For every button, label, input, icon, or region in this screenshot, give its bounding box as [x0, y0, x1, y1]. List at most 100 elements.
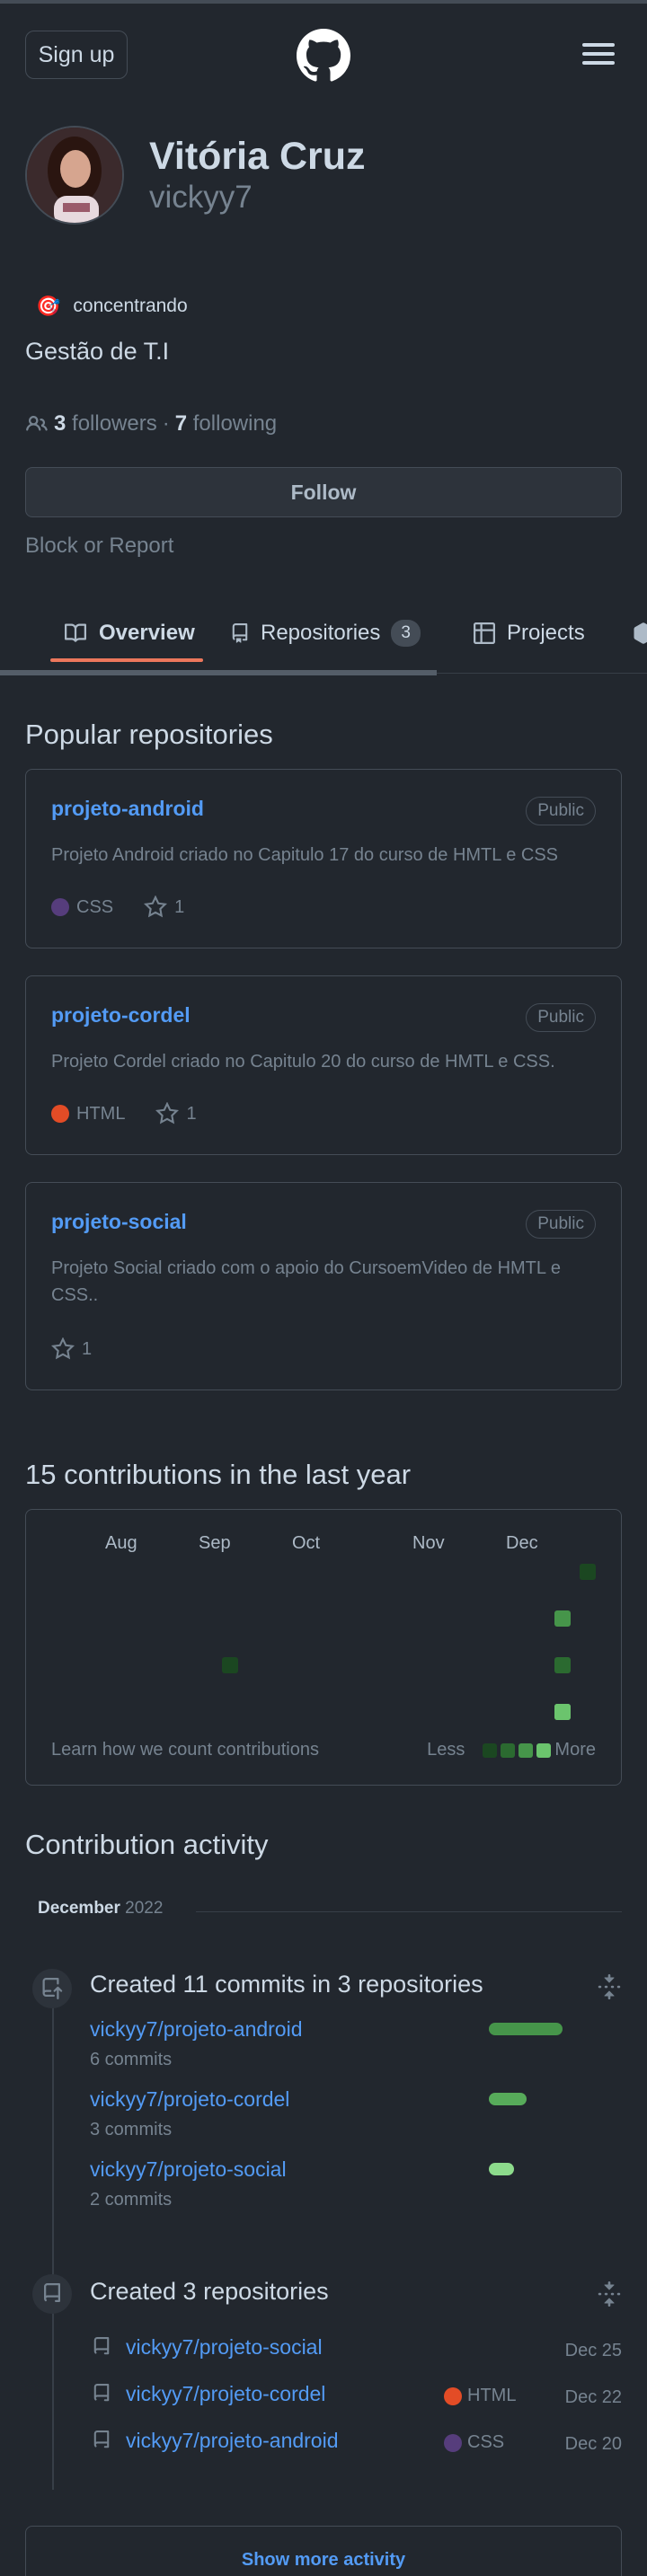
following-link[interactable]: 7 following — [175, 411, 277, 437]
created-repo-language: HTML — [444, 2386, 516, 2406]
visibility-badge: Public — [526, 1003, 596, 1032]
repo-link[interactable]: projeto-android — [51, 797, 204, 821]
star-count[interactable]: 1 — [82, 1339, 92, 1360]
contribution-day[interactable] — [580, 1564, 596, 1580]
commit-repo-link[interactable]: vickyy7/projeto-social — [90, 2157, 287, 2182]
language-color-dot — [51, 1105, 69, 1123]
repo-card: projeto-cordel Public Projeto Cordel cri… — [25, 975, 622, 1155]
following-label: following — [192, 411, 278, 436]
repo-meta: CSS 1 — [51, 895, 184, 919]
repo-description: Projeto Cordel criado no Capitulo 20 do … — [51, 1052, 555, 1072]
repo-link[interactable]: projeto-cordel — [51, 1003, 191, 1028]
star-icon[interactable] — [144, 895, 168, 919]
table-icon — [474, 622, 495, 644]
visibility-badge: Public — [526, 1210, 596, 1239]
github-mark-icon[interactable] — [297, 29, 350, 83]
followers-label: followers — [72, 411, 157, 436]
created-repo-language: CSS — [444, 2432, 504, 2453]
repo-card: projeto-social Public Projeto Social cri… — [25, 1182, 622, 1390]
year: 2022 — [125, 1899, 164, 1918]
repo-icon — [43, 2283, 60, 2302]
block-or-report-link[interactable]: Block or Report — [25, 534, 173, 559]
repos-created-title: Created 3 repositories — [90, 2278, 329, 2305]
follow-button[interactable]: Follow — [25, 467, 622, 517]
tabs-scrollbar[interactable] — [0, 670, 437, 675]
commit-count-link[interactable]: 3 commits — [90, 2120, 172, 2140]
language-name: HTML — [467, 2386, 517, 2405]
star-count[interactable]: 1 — [186, 1104, 196, 1125]
contribution-activity-title: Contribution activity — [25, 1829, 269, 1860]
star-icon[interactable] — [155, 1102, 180, 1125]
active-tab-indicator — [50, 658, 203, 662]
contribution-legend: Less More — [427, 1740, 596, 1760]
user-status[interactable]: 🎯 concentrando — [36, 295, 188, 318]
contribution-day[interactable] — [554, 1657, 571, 1673]
month-label: Aug — [105, 1533, 137, 1553]
activity-month: December 2022 — [38, 1899, 163, 1919]
month-name: December — [38, 1899, 120, 1918]
created-repo-link[interactable]: vickyy7/projeto-cordel — [126, 2382, 325, 2406]
tab-overview[interactable]: Overview — [63, 611, 195, 656]
profile-tabs: Overview Repositories 3 Projects — [0, 593, 647, 674]
legend-level — [536, 1742, 552, 1758]
book-icon — [65, 623, 87, 642]
avatar-image — [27, 128, 122, 223]
contribution-day[interactable] — [222, 1657, 238, 1673]
commit-count-link[interactable]: 6 commits — [90, 2050, 172, 2070]
timeline-badge — [32, 2274, 72, 2314]
avatar[interactable] — [25, 126, 124, 225]
commit-count-link[interactable]: 2 commits — [90, 2190, 172, 2210]
month-label: Nov — [412, 1533, 445, 1553]
tab-projects-label: Projects — [507, 621, 585, 645]
legend-level — [518, 1742, 534, 1758]
repo-card: projeto-android Public Projeto Android c… — [25, 769, 622, 948]
created-repo-link[interactable]: vickyy7/projeto-android — [126, 2429, 339, 2453]
repo-description: Projeto Android criado no Capitulo 17 do… — [51, 845, 559, 865]
timeline-line — [52, 1972, 54, 2490]
learn-contributions-link[interactable]: Learn how we count contributions — [51, 1740, 319, 1760]
sign-up-button[interactable]: Sign up — [25, 31, 128, 79]
repo-icon — [93, 2430, 110, 2448]
tab-projects[interactable]: Projects — [473, 611, 585, 656]
hamburger-menu-icon[interactable] — [581, 40, 616, 68]
star-count[interactable]: 1 — [174, 897, 184, 918]
site-header: Sign up — [0, 4, 647, 101]
created-repo-link[interactable]: vickyy7/projeto-social — [126, 2335, 323, 2360]
repo-push-icon — [42, 1978, 63, 1999]
followers-link[interactable]: 3 followers — [54, 411, 157, 437]
commit-share-bar — [489, 2023, 563, 2035]
star-icon[interactable] — [51, 1337, 75, 1361]
direct-hit-emoji: 🎯 — [36, 295, 61, 317]
tab-repositories[interactable]: Repositories 3 — [230, 611, 421, 656]
repo-language: CSS — [76, 896, 114, 917]
repo-link[interactable]: projeto-social — [51, 1210, 187, 1234]
commit-repo-link[interactable]: vickyy7/projeto-android — [90, 2017, 303, 2042]
legend-level — [501, 1742, 516, 1758]
fold-icon[interactable] — [597, 2281, 622, 2307]
fold-icon[interactable] — [597, 1974, 622, 1999]
show-more-activity-button[interactable]: Show more activity — [25, 2526, 622, 2576]
commit-share-bar — [489, 2163, 514, 2175]
repo-meta: HTML 1 — [51, 1102, 197, 1125]
commits-summary-title: Created 11 commits in 3 repositories — [90, 1971, 483, 1998]
repo-icon — [232, 623, 248, 643]
tab-packages[interactable] — [633, 611, 647, 656]
commit-repo-link[interactable]: vickyy7/projeto-cordel — [90, 2087, 289, 2112]
created-date: Dec 20 — [564, 2434, 622, 2454]
people-icon — [26, 415, 48, 431]
followers-count: 3 — [54, 411, 66, 436]
contribution-day[interactable] — [554, 1610, 571, 1627]
created-date: Dec 22 — [564, 2387, 622, 2407]
activity-month-header: December 2022 — [25, 1899, 622, 1926]
legend-more: More — [554, 1740, 596, 1760]
profile-login: vickyy7 — [149, 180, 253, 215]
tab-overview-label: Overview — [99, 621, 195, 645]
created-date: Dec 25 — [564, 2341, 622, 2360]
language-color-dot — [444, 2386, 462, 2405]
status-text: concentrando — [73, 296, 188, 316]
follow-stats: 3 followers · 7 following — [25, 411, 277, 437]
repo-icon — [93, 2337, 110, 2355]
language-color-dot — [51, 898, 69, 916]
month-label: Sep — [199, 1533, 231, 1553]
contribution-day[interactable] — [554, 1704, 571, 1720]
